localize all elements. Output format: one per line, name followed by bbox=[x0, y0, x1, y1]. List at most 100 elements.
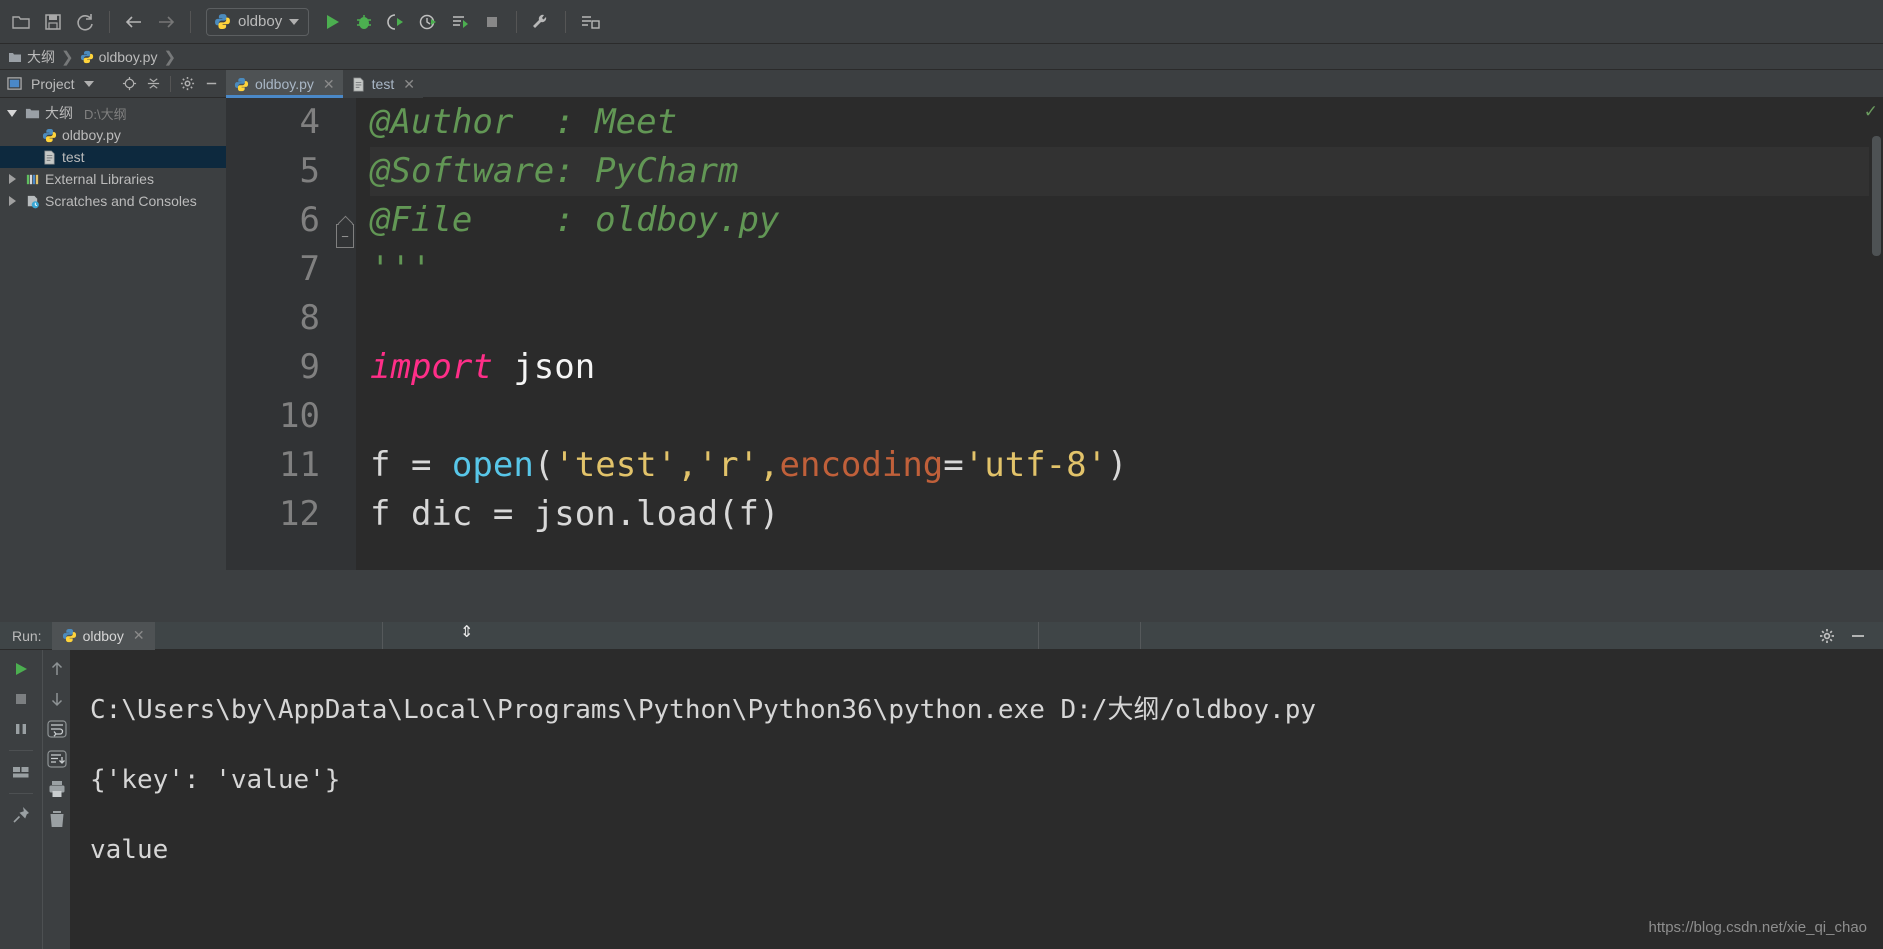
fold-collapse-icon[interactable]: − bbox=[336, 224, 354, 248]
line-number-gutter: 4 5 6 7 8 9 10 11 12 bbox=[226, 98, 334, 570]
code-line-6: @File : oldboy.py bbox=[370, 196, 1883, 245]
code-token: , bbox=[677, 445, 698, 485]
tree-node-oldboy-py[interactable]: oldboy.py bbox=[0, 124, 226, 146]
run-header-divider-2 bbox=[1038, 622, 1039, 649]
forward-arrow-icon[interactable] bbox=[151, 7, 181, 37]
run-with-coverage-button[interactable] bbox=[381, 7, 411, 37]
code-line-9: import json bbox=[370, 343, 1883, 392]
stop-button[interactable] bbox=[477, 7, 507, 37]
tree-label-external-libraries: External Libraries bbox=[45, 171, 154, 187]
back-arrow-icon[interactable] bbox=[119, 7, 149, 37]
gear-icon[interactable] bbox=[180, 76, 195, 91]
gear-icon[interactable] bbox=[1819, 628, 1835, 644]
toolbar-divider-2 bbox=[190, 10, 191, 33]
breadcrumb-file[interactable]: oldboy.py bbox=[80, 49, 157, 65]
hide-panel-icon[interactable] bbox=[1849, 628, 1867, 644]
toolbar-divider-4 bbox=[565, 10, 567, 33]
code-token: 'test' bbox=[554, 445, 678, 485]
settings-gear-wrench-icon[interactable] bbox=[526, 7, 556, 37]
open-icon[interactable] bbox=[6, 7, 36, 37]
run-button[interactable] bbox=[317, 7, 347, 37]
folder-icon bbox=[25, 108, 40, 118]
sync-icon[interactable] bbox=[70, 7, 100, 37]
run-tests-button[interactable] bbox=[445, 7, 475, 37]
code-lines[interactable]: @Author : Meet @Software: PyCharm @File … bbox=[356, 98, 1883, 570]
stop-icon[interactable] bbox=[8, 686, 34, 712]
tree-node-external-libraries[interactable]: External Libraries bbox=[0, 168, 226, 190]
down-arrow-icon[interactable] bbox=[44, 686, 70, 712]
code-token: ) bbox=[1107, 445, 1128, 485]
expand-toggle-icon[interactable] bbox=[4, 109, 20, 117]
tree-label-test: test bbox=[62, 149, 85, 165]
chevron-down-icon[interactable] bbox=[289, 18, 300, 25]
line-number: 11 bbox=[279, 445, 320, 485]
editor-scrollbar[interactable]: ✓ bbox=[1864, 98, 1883, 570]
run-panel-label: Run: bbox=[12, 627, 42, 644]
code-token: 'utf-8' bbox=[963, 445, 1108, 485]
run-tab-oldboy[interactable]: oldboy ✕ bbox=[51, 621, 155, 650]
inspection-status-icon[interactable]: ✓ bbox=[1864, 102, 1878, 122]
tree-label-scratches: Scratches and Consoles bbox=[45, 193, 197, 209]
run-toolbar-divider bbox=[9, 750, 33, 751]
toolbar-divider-3 bbox=[516, 10, 518, 33]
close-icon-test[interactable]: ✕ bbox=[403, 76, 415, 93]
resize-cursor[interactable]: ⇕ bbox=[460, 624, 473, 640]
python-file-icon bbox=[42, 128, 57, 142]
project-chevron-down-icon[interactable] bbox=[83, 80, 94, 87]
expand-toggle-icon-scratches[interactable] bbox=[4, 196, 20, 206]
text-file-icon bbox=[44, 150, 55, 164]
trash-icon[interactable] bbox=[44, 806, 70, 832]
editor-tab-label-oldboy-py: oldboy.py bbox=[255, 76, 314, 92]
run-tab-label: oldboy bbox=[82, 627, 124, 644]
print-icon[interactable] bbox=[44, 776, 70, 802]
pin-icon[interactable] bbox=[8, 802, 34, 828]
code-token: = bbox=[410, 445, 452, 485]
tree-node-test[interactable]: test bbox=[0, 146, 226, 168]
run-console-output[interactable]: C:\Users\by\AppData\Local\Programs\Pytho… bbox=[70, 650, 1883, 949]
editor-tab-test[interactable]: test ✕ bbox=[342, 70, 423, 98]
code-token: . bbox=[615, 494, 637, 534]
breadcrumb-root-label: 大纲 bbox=[27, 48, 55, 65]
layout-icon[interactable] bbox=[8, 759, 34, 785]
hide-panel-icon[interactable] bbox=[204, 76, 219, 91]
main-area: Project 大纲 D:\大纲 oldboy.py test External… bbox=[0, 70, 1883, 570]
up-arrow-icon[interactable] bbox=[44, 656, 70, 682]
breadcrumb-root[interactable]: 大纲 bbox=[8, 47, 55, 67]
debug-button[interactable] bbox=[349, 7, 379, 37]
scroll-to-end-icon[interactable] bbox=[44, 746, 70, 772]
run-configuration-selector[interactable]: oldboy bbox=[206, 7, 310, 36]
profile-button[interactable] bbox=[413, 7, 443, 37]
code-editor[interactable]: 4 5 6 7 8 9 10 11 12 − @Author : Meet @S… bbox=[226, 98, 1883, 570]
project-tool-window: Project 大纲 D:\大纲 oldboy.py test External… bbox=[0, 70, 226, 570]
text-file-icon bbox=[353, 77, 364, 91]
breadcrumb-separator: ❯ bbox=[61, 48, 74, 66]
code-token: ''' bbox=[370, 249, 432, 289]
locate-icon[interactable] bbox=[122, 76, 137, 91]
console-line: value bbox=[90, 835, 169, 865]
console-scrollbar[interactable] bbox=[1869, 650, 1883, 949]
collapse-all-icon[interactable] bbox=[146, 76, 161, 91]
run-toolbar-left bbox=[0, 650, 42, 949]
line-number: 6 bbox=[299, 200, 320, 240]
code-token: import bbox=[370, 347, 493, 387]
save-icon[interactable] bbox=[38, 7, 68, 37]
code-folding-gutter[interactable]: − bbox=[334, 98, 356, 570]
close-icon-run-tab[interactable]: ✕ bbox=[133, 627, 145, 644]
rerun-icon[interactable] bbox=[8, 656, 34, 682]
editor-tab-oldboy-py[interactable]: oldboy.py ✕ bbox=[226, 70, 343, 98]
run-toolbar-divider-2 bbox=[9, 793, 33, 794]
soft-wrap-icon[interactable] bbox=[44, 716, 70, 742]
project-tree[interactable]: 大纲 D:\大纲 oldboy.py test External Librari… bbox=[0, 98, 226, 570]
tree-node-scratches[interactable]: Scratches and Consoles bbox=[0, 190, 226, 212]
watermark: https://blog.csdn.net/xie_qi_chao bbox=[1648, 919, 1867, 936]
close-icon[interactable]: ✕ bbox=[323, 76, 335, 93]
editor-scrollbar-thumb[interactable] bbox=[1872, 136, 1881, 256]
pause-icon[interactable] bbox=[8, 716, 34, 742]
expand-toggle-icon-libs[interactable] bbox=[4, 174, 20, 184]
code-token: @Software: PyCharm bbox=[370, 151, 739, 191]
tree-node-root[interactable]: 大纲 D:\大纲 bbox=[0, 102, 226, 124]
layout-icon[interactable] bbox=[575, 7, 605, 37]
